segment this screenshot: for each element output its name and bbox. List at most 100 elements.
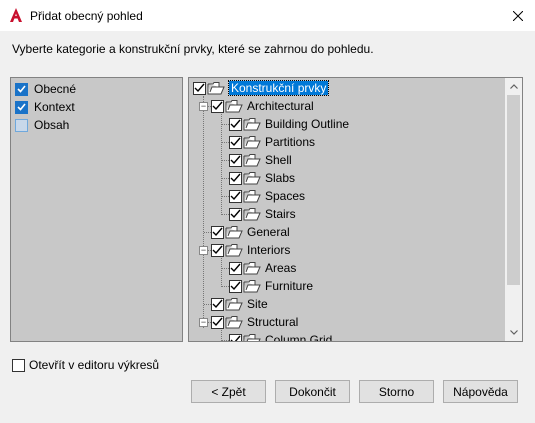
checkbox[interactable] [229, 207, 242, 221]
category-item-kontext[interactable]: Kontext [15, 99, 75, 115]
tree-connector [221, 114, 222, 215]
tree-item-structural[interactable]: Structural [211, 313, 298, 331]
vertical-scrollbar[interactable] [505, 78, 522, 341]
back-button[interactable]: < Zpět [191, 380, 266, 403]
scroll-up-button[interactable] [505, 78, 522, 95]
tree-item-label: Building Outline [265, 117, 350, 131]
tree-connector [222, 268, 229, 269]
tree-connector [222, 124, 229, 125]
folder-open-icon [243, 262, 261, 275]
folder-open-icon [243, 208, 261, 221]
folder-open-icon [243, 154, 261, 167]
title-bar: Přidat obecný pohled [0, 0, 535, 31]
checkbox[interactable] [229, 279, 242, 293]
folder-open-icon [207, 82, 225, 95]
checkbox[interactable] [229, 135, 242, 149]
checkbox[interactable] [229, 189, 242, 203]
close-button[interactable] [501, 0, 535, 31]
checkmark-icon [230, 191, 241, 201]
tree-connector [221, 258, 222, 287]
autocad-app-icon [10, 8, 22, 22]
checkmark-icon [230, 335, 241, 341]
tree-connector [222, 196, 229, 197]
checkbox[interactable] [211, 225, 224, 239]
tree-connector [222, 160, 229, 161]
tree-item-building-outline[interactable]: Building Outline [229, 115, 349, 133]
checkbox[interactable] [229, 261, 242, 275]
tree-item-spaces[interactable]: Spaces [229, 187, 305, 205]
folder-open-icon [225, 244, 243, 257]
checkbox[interactable] [211, 99, 224, 113]
checkbox[interactable] [229, 117, 242, 131]
tree-item-label: Shell [265, 153, 292, 167]
folder-open-icon [243, 136, 261, 149]
checkbox[interactable] [15, 118, 28, 132]
category-list: Obecné Kontext Obsah [10, 77, 183, 342]
tree-item-label: Interiors [247, 243, 291, 257]
checkbox[interactable] [211, 297, 224, 311]
folder-open-icon [225, 100, 243, 113]
tree-item-label: Partitions [265, 135, 316, 149]
tree-item-shell[interactable]: Shell [229, 151, 292, 169]
open-in-editor-option[interactable]: Otevřít v editoru výkresů [12, 358, 159, 372]
checkmark-icon [212, 317, 223, 327]
open-in-editor-label: Otevřít v editoru výkresů [29, 358, 160, 372]
help-button[interactable]: Nápověda [443, 380, 518, 403]
tree-item-slabs[interactable]: Slabs [229, 169, 295, 187]
element-tree: Konstrukční prvky − Architectural Buildi… [188, 77, 523, 342]
tree-connector [222, 286, 229, 287]
checkmark-icon [194, 83, 205, 93]
checkmark-icon [230, 281, 241, 291]
finish-button[interactable]: Dokončit [275, 380, 350, 403]
tree-connector [222, 340, 229, 341]
window-title: Přidat obecný pohled [30, 9, 143, 23]
checkmark-icon [230, 173, 241, 183]
tree-item-interiors[interactable]: Interiors [211, 241, 290, 259]
tree-item-general[interactable]: General [211, 223, 290, 241]
tree-item-column-grid[interactable]: Column Grid [229, 331, 333, 342]
collapse-toggle[interactable]: − [199, 318, 208, 327]
folder-open-icon [243, 190, 261, 203]
checkbox[interactable] [229, 153, 242, 167]
tree-item-stairs[interactable]: Stairs [229, 205, 296, 223]
checkbox[interactable] [15, 82, 28, 96]
tree-item-site[interactable]: Site [211, 295, 268, 313]
tree-item-label: Stairs [265, 207, 296, 221]
checkbox[interactable] [229, 171, 242, 185]
cancel-button[interactable]: Storno [359, 380, 434, 403]
checkbox[interactable] [193, 81, 206, 95]
instruction-text: Vyberte kategorie a konstrukční prvky, k… [12, 42, 374, 56]
collapse-toggle[interactable]: − [199, 246, 208, 255]
category-label: Obsah [34, 118, 70, 132]
checkmark-icon [212, 227, 223, 237]
checkbox[interactable] [229, 333, 242, 341]
folder-open-icon [225, 226, 243, 239]
tree-item-label: Site [247, 297, 268, 311]
checkmark-icon [17, 103, 26, 111]
tree-item-partitions[interactable]: Partitions [229, 133, 315, 151]
checkbox[interactable] [15, 100, 28, 114]
collapse-toggle[interactable]: − [199, 102, 208, 111]
tree-item-furniture[interactable]: Furniture [229, 277, 313, 295]
tree-connector [204, 232, 211, 233]
category-item-obecne[interactable]: Obecné [15, 81, 76, 97]
scroll-thumb[interactable] [507, 95, 520, 285]
tree-item-label: Column Grid [265, 333, 333, 342]
tree-item-areas[interactable]: Areas [229, 259, 296, 277]
tree-item-architectural[interactable]: Architectural [211, 97, 314, 115]
category-item-obsah[interactable]: Obsah [15, 117, 69, 133]
checkbox[interactable] [211, 315, 224, 329]
open-in-editor-checkbox[interactable] [12, 358, 25, 372]
tree-item-label: Spaces [265, 189, 306, 203]
tree-item-root[interactable]: Konstrukční prvky [193, 79, 330, 97]
checkmark-icon [230, 263, 241, 273]
category-label: Kontext [34, 100, 75, 114]
tree-connector [222, 142, 229, 143]
checkbox[interactable] [211, 243, 224, 257]
close-icon [513, 10, 523, 21]
folder-open-icon [243, 118, 261, 131]
folder-open-icon [225, 298, 243, 311]
checkmark-icon [230, 155, 241, 165]
scroll-down-button[interactable] [505, 324, 522, 341]
checkmark-icon [212, 245, 223, 255]
